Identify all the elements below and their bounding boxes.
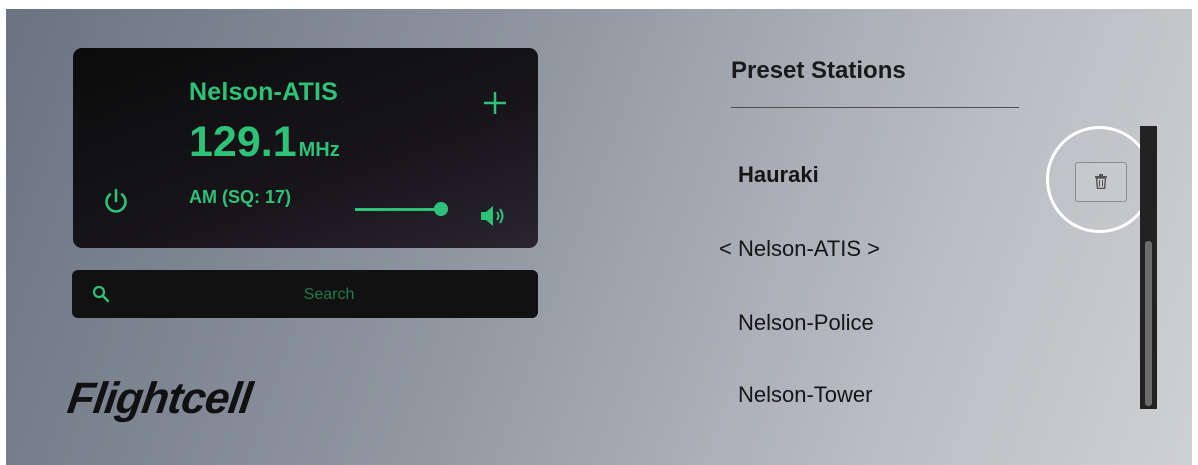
volume-slider-handle[interactable] — [434, 202, 448, 216]
frequency-display: 129.1 MHz — [189, 121, 340, 164]
frequency-unit: MHz — [298, 139, 340, 161]
preset-item[interactable]: Nelson-Police — [738, 310, 874, 336]
search-bar — [72, 270, 538, 320]
plus-icon — [484, 92, 506, 114]
radio-panel: Nelson-ATIS 129.1 MHz AM (SQ: 17) — [73, 48, 538, 248]
preset-scrollbar[interactable] — [1140, 126, 1157, 409]
highlight-ring — [1046, 126, 1153, 233]
speaker-icon — [481, 206, 504, 226]
scrollbar-thumb[interactable] — [1145, 241, 1152, 406]
mode-squelch: AM (SQ: 17) — [189, 187, 292, 207]
search-input[interactable] — [132, 270, 526, 320]
preset-item[interactable]: < Nelson-ATIS > — [719, 236, 880, 262]
preset-divider — [731, 107, 1019, 108]
app-frame: Nelson-ATIS 129.1 MHz AM (SQ: 17) Search… — [6, 9, 1192, 465]
speaker-button[interactable] — [479, 203, 509, 229]
flightcell-logo: Flightcell — [64, 374, 255, 423]
frequency-value: 129.1 — [189, 118, 297, 166]
add-preset-button[interactable] — [478, 86, 512, 120]
search-icon — [92, 285, 110, 303]
station-name: Nelson-ATIS — [189, 78, 338, 106]
power-icon — [105, 188, 127, 213]
preset-stations-title: Preset Stations — [731, 57, 906, 84]
power-button[interactable] — [101, 186, 131, 216]
volume-slider-track[interactable] — [355, 208, 440, 211]
preset-item[interactable]: Nelson-Tower — [738, 382, 873, 408]
preset-item[interactable]: Hauraki — [738, 162, 819, 188]
